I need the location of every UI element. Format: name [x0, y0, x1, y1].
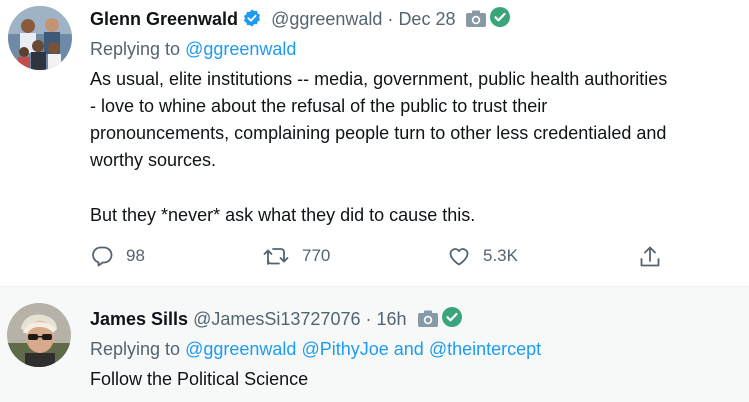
reply-time[interactable]: 16h	[377, 309, 407, 329]
author-name[interactable]: Glenn Greenwald	[90, 9, 238, 29]
reply-text-content: Follow the Political Science	[90, 369, 309, 389]
tweet-text-line: worthy sources.	[90, 150, 217, 170]
reply-replying-to-line: Replying to @ggreenwald @PithyJoe and @t…	[90, 337, 749, 361]
tweet-text-line: As usual, elite institutions -- media, g…	[90, 69, 668, 89]
replying-to-link-ggreenwald[interactable]: @ggreenwald	[185, 339, 296, 359]
tweet-text-line: - love to whine about the refusal of the…	[90, 96, 548, 116]
separator-dot: ·	[365, 309, 372, 329]
like-count: 5.3K	[483, 246, 518, 265]
author-handle[interactable]: @ggreenwald	[271, 9, 382, 29]
replying-to-and[interactable]: and	[394, 339, 424, 359]
replying-to-link[interactable]: @ggreenwald	[185, 39, 296, 59]
separator-dot: ·	[387, 9, 394, 29]
camera-icon[interactable]	[465, 10, 487, 34]
avatar-glenn-greenwald[interactable]	[8, 6, 72, 70]
replying-to-line: Replying to @ggreenwald	[90, 37, 749, 61]
replying-to-link-theintercept[interactable]: @theintercept	[429, 339, 541, 359]
retweet-count: 770	[302, 246, 331, 265]
like-icon	[447, 244, 471, 268]
reply-author-handle[interactable]: @JamesSi13727076	[193, 309, 360, 329]
green-check-icon[interactable]	[489, 6, 511, 34]
tweet-date[interactable]: Dec 28	[398, 9, 455, 29]
tweet-text-line: But they *never* ask what they did to ca…	[90, 205, 476, 225]
replying-to-link-pithyjoe[interactable]: @PithyJoe	[301, 339, 388, 359]
reply-author-name[interactable]: James Sills	[90, 309, 188, 329]
verified-badge-icon	[242, 8, 262, 34]
tweet-text-line: pronouncements, complaining people turn …	[90, 123, 667, 143]
replying-to-label: Replying to	[90, 39, 181, 59]
tweet-actions: 98 770 5.3K	[90, 244, 749, 270]
share-button[interactable]	[638, 244, 662, 270]
tweet-text: As usual, elite institutions -- media, g…	[90, 66, 749, 229]
avatar-james-sills[interactable]	[7, 303, 71, 367]
reply-icon	[90, 244, 114, 268]
camera-icon[interactable]	[417, 310, 439, 334]
green-check-icon[interactable]	[441, 306, 463, 334]
share-icon	[638, 244, 662, 270]
like-button[interactable]: 5.3K	[447, 244, 518, 268]
reply-count: 98	[126, 246, 145, 265]
tweet-main[interactable]: Glenn Greenwald @ggreenwald · Dec 28 Rep…	[0, 0, 749, 286]
reply-header: James Sills @JamesSi13727076 · 16h	[90, 306, 749, 334]
retweet-icon	[262, 244, 290, 268]
replying-to-label: Replying to	[90, 339, 181, 359]
tweet-header: Glenn Greenwald @ggreenwald · Dec 28	[90, 6, 749, 34]
retweet-button[interactable]: 770	[262, 244, 330, 268]
reply-button[interactable]: 98	[90, 244, 145, 268]
reply-text: Follow the Political Science	[90, 367, 749, 391]
